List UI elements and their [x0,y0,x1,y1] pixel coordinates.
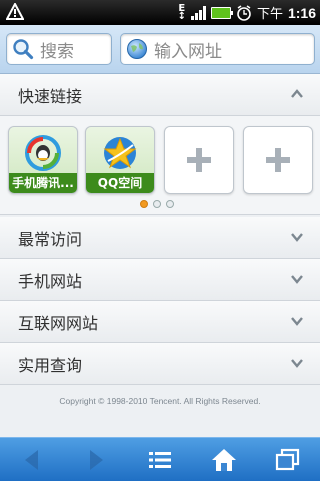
section-label: 实用查询 [18,355,83,375]
quick-link-qzone[interactable]: QQ空间 [85,126,155,194]
page-indicator [140,200,174,208]
section-mobile-sites[interactable]: 手机网站 [0,259,320,301]
section-useful-queries[interactable]: 实用查询 [0,343,320,385]
status-bar: E ↕ 下午 1:16 [0,0,320,25]
forward-button[interactable] [68,438,124,481]
list-icon [149,451,171,468]
quick-links-panel: 手机腾讯... QQ空间 [0,116,320,215]
home-icon [212,448,236,471]
chevron-up-icon [291,89,303,98]
tencent-logo-icon [25,135,61,171]
windows-icon [275,448,300,470]
page-dot[interactable] [153,200,161,208]
tabs-button[interactable] [260,438,316,481]
plus-icon [187,148,211,172]
signal-icon [190,5,206,20]
network-type-indicator: E ↕ [177,2,186,22]
quick-links-title: 快速链接 [18,86,83,106]
quick-link-mobile-tencent[interactable]: 手机腾讯... [8,126,78,194]
status-ampm: 下午 [256,7,283,22]
home-button[interactable] [196,438,252,481]
search-input[interactable]: 搜索 [6,33,112,65]
search-placeholder: 搜索 [40,41,74,62]
section-label: 互联网网站 [18,313,99,333]
url-placeholder: 输入网址 [154,41,222,62]
quick-link-add-button[interactable] [164,126,234,194]
search-icon [13,39,34,60]
alarm-icon [237,4,251,21]
globe-icon [127,39,147,59]
plus-icon [266,148,290,172]
url-input[interactable]: 输入网址 [120,33,315,65]
tile-label: QQ空间 [86,173,154,193]
tile-label: 手机腾讯... [9,173,77,193]
chevron-down-icon [291,317,303,326]
search-header: 搜索 输入网址 [0,25,320,74]
page-dot[interactable] [166,200,174,208]
chevron-down-icon [291,275,303,284]
quick-links-header[interactable]: 快速链接 [0,74,320,116]
section-label: 手机网站 [18,271,83,291]
qzone-star-icon [103,137,137,169]
menu-button[interactable] [132,438,188,481]
battery-icon [210,6,233,19]
status-time: 1:16 [287,4,316,21]
arrow-left-icon [25,449,38,470]
page-dot-active[interactable] [140,200,148,208]
warning-icon [6,3,24,20]
chevron-down-icon [291,233,303,242]
arrow-right-icon [90,449,103,470]
section-internet-sites[interactable]: 互联网网站 [0,301,320,343]
chevron-down-icon [291,359,303,368]
section-most-visited[interactable]: 最常访问 [0,217,320,259]
back-button[interactable] [4,438,60,481]
quick-link-add-button[interactable] [243,126,313,194]
bottom-toolbar [0,437,320,481]
copyright-text: Copyright © 1998-2010 Tencent. All Right… [59,396,261,406]
section-label: 最常访问 [18,229,83,249]
